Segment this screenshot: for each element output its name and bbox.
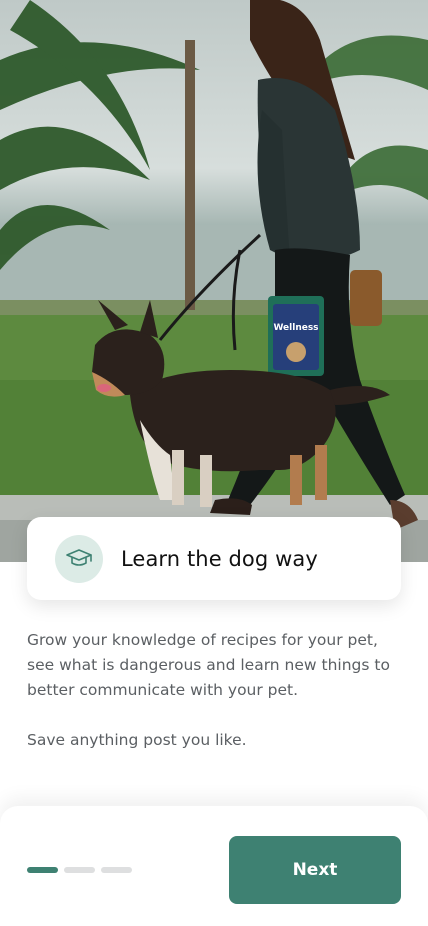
page-dot-active <box>27 867 58 873</box>
next-button[interactable]: Next <box>229 836 401 904</box>
card-title: Learn the dog way <box>121 546 318 571</box>
footer: Next <box>0 806 428 926</box>
page-dot <box>101 867 132 873</box>
graduation-cap-icon <box>55 534 103 583</box>
page-dot <box>64 867 95 873</box>
page-indicator <box>27 867 132 873</box>
description: Grow your knowledge of recipes for your … <box>27 628 407 753</box>
feature-card: Learn the dog way <box>27 517 401 600</box>
description-paragraph: Grow your knowledge of recipes for your … <box>27 631 390 699</box>
hero-image: Wellness <box>0 0 428 562</box>
hero-illustration: Wellness <box>0 0 428 562</box>
product-bag-label: Wellness <box>273 323 318 333</box>
description-paragraph: Save anything post you like. <box>27 731 247 749</box>
